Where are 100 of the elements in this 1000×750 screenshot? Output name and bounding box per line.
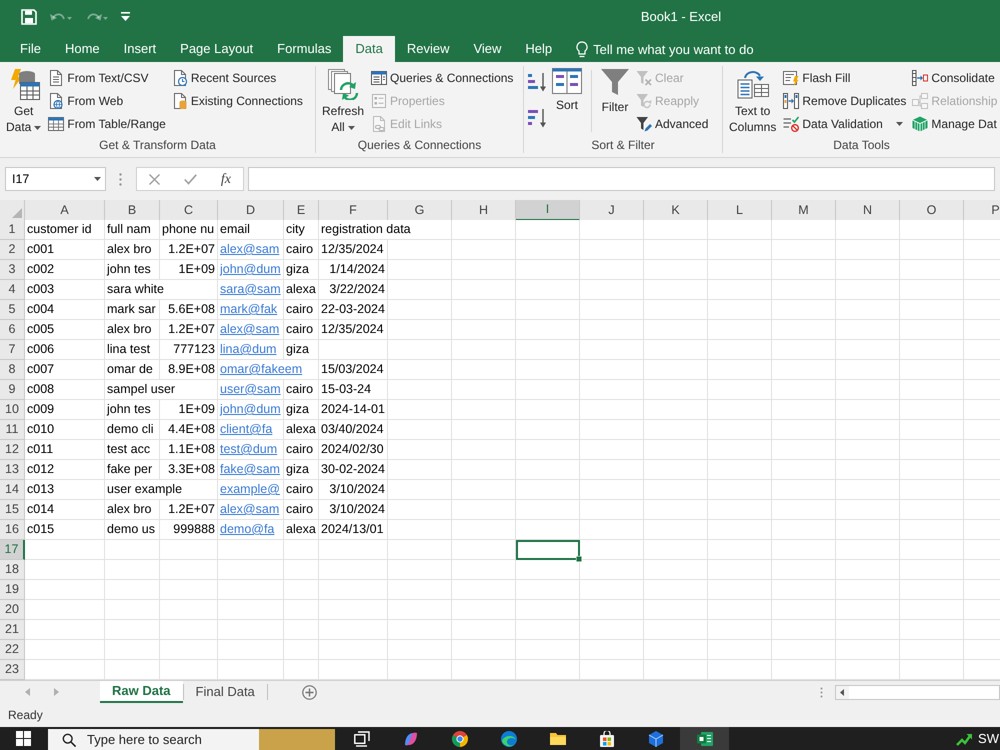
- name-box[interactable]: I17: [5, 167, 106, 191]
- ribbon-button[interactable]: Manage Dat: [911, 112, 998, 135]
- row-header[interactable]: 15: [0, 500, 25, 520]
- save-icon[interactable]: [21, 9, 37, 25]
- ribbon-tab[interactable]: Data: [343, 36, 395, 62]
- web-document-icon: [48, 92, 64, 108]
- row-header[interactable]: 23: [0, 660, 25, 680]
- row-header[interactable]: 14: [0, 480, 25, 500]
- ribbon-button[interactable]: Get Data: [4, 66, 44, 135]
- group-label: Get & Transform Data: [99, 137, 216, 154]
- refresh-icon: [327, 68, 360, 100]
- panel-icon: [371, 70, 388, 86]
- ribbon-button[interactable]: Existing Connections: [170, 89, 304, 112]
- tell-me-field[interactable]: Tell me what you want to do: [593, 39, 778, 59]
- link-document-icon: [371, 116, 388, 132]
- wave-logo-icon[interactable]: [500, 730, 516, 746]
- row-header[interactable]: 3: [0, 260, 25, 280]
- clock-document-icon: [172, 70, 188, 86]
- grip-dots-icon[interactable]: [820, 686, 823, 698]
- remove-duplicates-icon: [783, 92, 800, 108]
- ribbon-button[interactable]: Recent Sources: [170, 66, 304, 89]
- search-icon: [62, 733, 76, 747]
- sort-icon: [552, 68, 582, 94]
- chart-arrow-icon[interactable]: [956, 732, 972, 746]
- ribbon-tab[interactable]: File: [8, 36, 53, 62]
- active-app-tile[interactable]: [680, 727, 729, 750]
- ribbon-tab[interactable]: Page Layout: [168, 36, 266, 62]
- active-cell[interactable]: [516, 540, 580, 560]
- ribbon-button[interactable]: Advanced: [635, 112, 710, 135]
- status-text: Ready: [8, 707, 43, 724]
- row-header[interactable]: 18: [0, 560, 25, 580]
- ribbon-button[interactable]: Text to Columns: [727, 66, 778, 135]
- ribbon-tab[interactable]: Formulas: [265, 36, 344, 62]
- ribbon-button[interactable]: From Table/Range: [47, 112, 167, 135]
- split-columns-icon: [736, 68, 769, 100]
- sort-descending-icon[interactable]: [528, 108, 546, 128]
- row-header[interactable]: 2: [0, 240, 25, 260]
- row-header[interactable]: 10: [0, 400, 25, 420]
- grip-dots-icon[interactable]: [119, 172, 122, 186]
- row-header[interactable]: 1: [0, 220, 25, 240]
- start-icon[interactable]: [16, 731, 31, 746]
- horizontal-scrollbar[interactable]: [835, 684, 1000, 700]
- row-header[interactable]: 16: [0, 520, 25, 540]
- ribbon-tab[interactable]: Insert: [112, 36, 168, 62]
- row-header[interactable]: 20: [0, 600, 25, 620]
- row-header[interactable]: 8: [0, 360, 25, 380]
- advanced-filter-icon: [636, 116, 652, 132]
- row-header[interactable]: 7: [0, 340, 25, 360]
- list-icon: [371, 92, 388, 108]
- window-title: Book1 - Excel: [640, 8, 722, 26]
- row-header[interactable]: 11: [0, 420, 25, 440]
- ribbon-button[interactable]: Filter: [599, 66, 631, 115]
- sort-ascending-icon[interactable]: [528, 72, 546, 92]
- formula-field[interactable]: [248, 167, 995, 191]
- ribbon-button[interactable]: Flash Fill: [782, 66, 908, 89]
- ribbon-tab[interactable]: View: [461, 36, 514, 62]
- ring-logo-icon[interactable]: [452, 730, 468, 746]
- insert-function-button[interactable]: fx: [220, 168, 231, 190]
- ribbon-button[interactable]: Data Validation: [782, 112, 908, 135]
- row-header[interactable]: 22: [0, 640, 25, 660]
- swirl-logo-icon[interactable]: [402, 730, 418, 746]
- row-header[interactable]: 5: [0, 300, 25, 320]
- ribbon-tab[interactable]: Home: [52, 36, 112, 62]
- shopping-bag-icon[interactable]: [598, 730, 614, 746]
- add-sheet-icon[interactable]: [302, 684, 317, 700]
- ribbon-button[interactable]: From Text/CSV: [47, 66, 167, 89]
- row-header[interactable]: 6: [0, 320, 25, 340]
- ribbon-button[interactable]: Refresh All: [320, 66, 366, 135]
- sheet-tab[interactable]: Final Data: [184, 681, 267, 703]
- scroll-left-icon[interactable]: [836, 686, 849, 698]
- caret-icon[interactable]: [94, 177, 101, 181]
- task-view-icon[interactable]: [354, 730, 370, 746]
- data-model-icon: [912, 116, 928, 132]
- ribbon-tab[interactable]: Help: [513, 36, 564, 62]
- ribbon-tab[interactable]: Review: [394, 36, 462, 62]
- sheet-tab[interactable]: Raw Data: [100, 681, 183, 703]
- tray-text: SW: [978, 730, 999, 748]
- ribbon-button[interactable]: From Web: [47, 89, 167, 112]
- row-header[interactable]: 9: [0, 380, 25, 400]
- ribbon-button[interactable]: Remove Duplicates: [782, 89, 908, 112]
- folder-icon[interactable]: [550, 730, 566, 746]
- column-header[interactable]: I: [516, 200, 580, 221]
- row-header[interactable]: 17: [0, 540, 25, 560]
- row-header[interactable]: 13: [0, 460, 25, 480]
- row-header[interactable]: 12: [0, 440, 25, 460]
- cube-logo-icon[interactable]: [648, 730, 664, 746]
- ribbon-button[interactable]: Queries & Connections: [370, 66, 514, 89]
- cancel-icon[interactable]: [148, 174, 160, 184]
- check-icon[interactable]: [184, 174, 197, 184]
- table-icon: [48, 116, 64, 132]
- flash-fill-icon: [783, 70, 800, 86]
- search-field[interactable]: Type here to search: [48, 729, 259, 750]
- row-header[interactable]: 21: [0, 620, 25, 640]
- validation-icon: [783, 116, 800, 132]
- row-header[interactable]: 4: [0, 280, 25, 300]
- customize-menu-icon[interactable]: [121, 12, 130, 22]
- fill-handle-icon[interactable]: [576, 556, 582, 562]
- row-header[interactable]: 19: [0, 580, 25, 600]
- ribbon-button[interactable]: Sort: [550, 66, 584, 113]
- ribbon-button[interactable]: Consolidate: [911, 66, 998, 89]
